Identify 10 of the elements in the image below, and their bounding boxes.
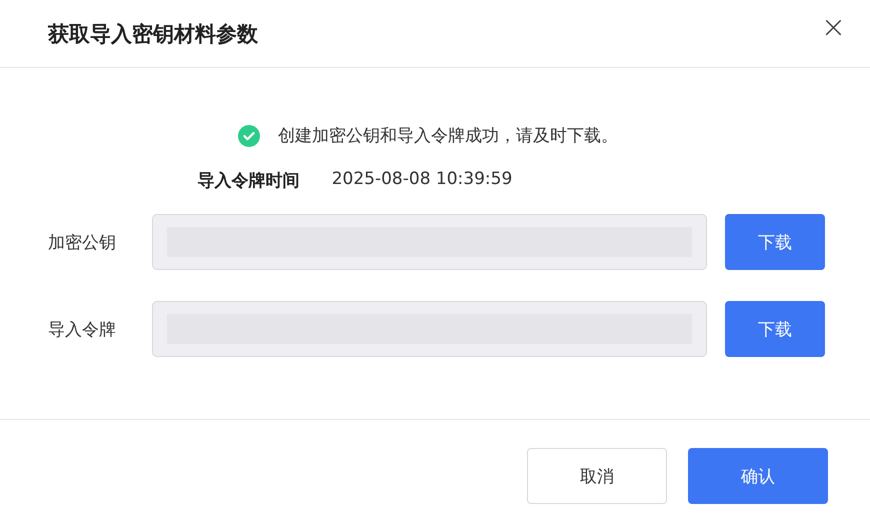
- field-label: 加密公钥: [48, 232, 117, 254]
- success-message: 创建加密公钥和导入令牌成功，请及时下载。: [278, 125, 618, 147]
- confirm-button[interactable]: 确认: [688, 448, 828, 504]
- close-button[interactable]: ×: [816, 12, 850, 42]
- field-label: 导入令牌: [48, 318, 117, 340]
- token-time-value: 2025-08-08 10:39:59: [332, 169, 512, 191]
- success-icon: [238, 124, 260, 146]
- dialog-title: 获取导入密钥材料参数: [48, 20, 258, 48]
- cancel-button[interactable]: 取消: [527, 448, 667, 504]
- token-time-label: 导入令牌时间: [198, 170, 300, 192]
